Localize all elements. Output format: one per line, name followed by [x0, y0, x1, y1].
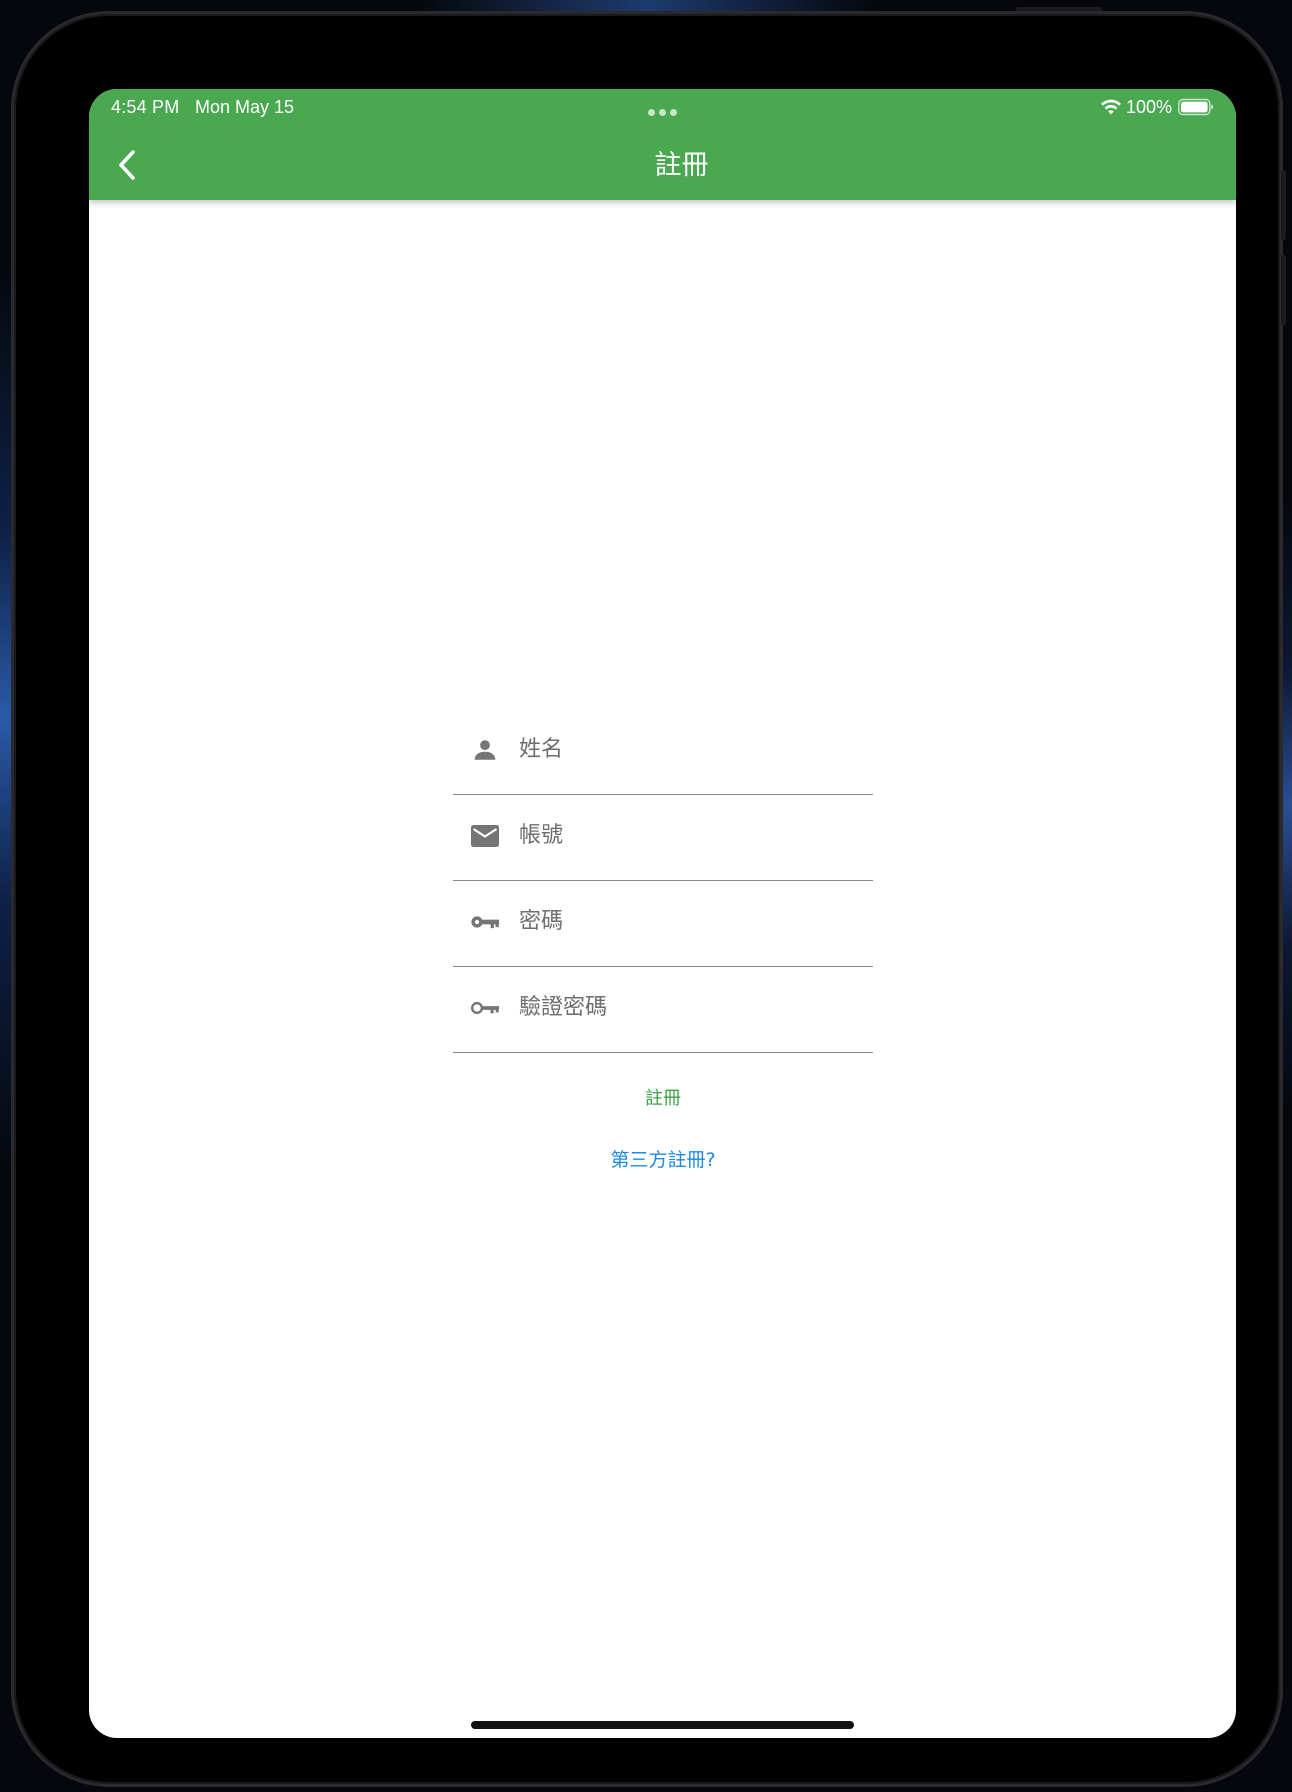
key-outline-icon	[470, 993, 500, 1023]
account-input[interactable]	[519, 809, 859, 861]
app-screen: 4:54 PM Mon May 15 100% 註冊 姓名 帳號 註冊 第三方註…	[89, 89, 1236, 1738]
mail-icon	[470, 821, 500, 851]
status-date: Mon May 15	[195, 97, 295, 117]
home-indicator[interactable]	[471, 1721, 854, 1729]
device-volume-up-button	[1281, 170, 1286, 240]
confirm-password-field	[453, 967, 873, 1053]
device-volume-down-button	[1281, 255, 1286, 325]
password-input[interactable]	[519, 895, 859, 947]
confirm-password-input[interactable]	[519, 981, 859, 1033]
name-input[interactable]	[519, 723, 859, 775]
key-icon	[470, 907, 500, 937]
more-dots-icon[interactable]	[648, 101, 682, 116]
battery-percentage: 100%	[1125, 96, 1172, 117]
person-icon	[470, 735, 500, 765]
status-indicators: 100%	[1100, 96, 1214, 118]
wifi-icon	[1100, 99, 1121, 115]
third-party-register-link[interactable]: 第三方註冊?	[453, 1145, 873, 1181]
page-title: 註冊	[654, 150, 709, 181]
register-button[interactable]: 註冊	[453, 1079, 873, 1115]
battery-icon	[1178, 98, 1214, 116]
status-time: 4:54 PM	[111, 97, 180, 117]
password-field	[453, 881, 873, 967]
app-bar: 4:54 PM Mon May 15 100% 註冊	[89, 89, 1236, 200]
name-field	[453, 709, 873, 795]
register-form: 註冊 第三方註冊?	[453, 709, 873, 1171]
device-top-button	[1016, 7, 1102, 13]
tablet-frame: 4:54 PM Mon May 15 100% 註冊 姓名 帳號 註冊 第三方註…	[14, 14, 1280, 1784]
account-field	[453, 795, 873, 881]
